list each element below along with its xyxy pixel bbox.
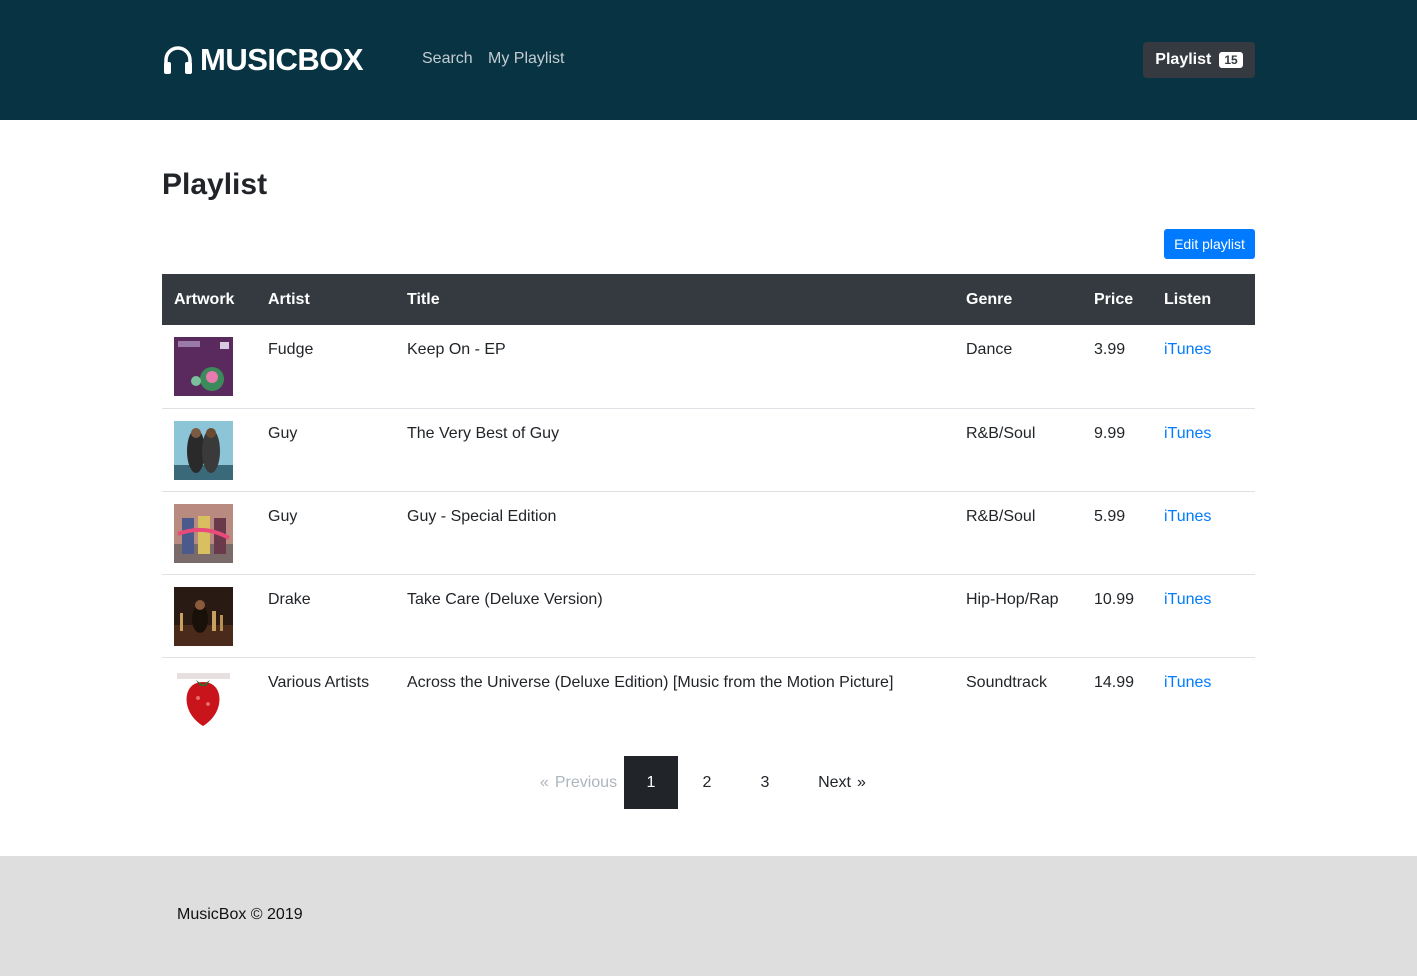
table-header-row: Artwork Artist Title Genre Price Listen bbox=[162, 274, 1255, 325]
album-artwork bbox=[174, 503, 233, 563]
price-cell: 3.99 bbox=[1094, 341, 1126, 358]
title-cell: Keep On - EP bbox=[407, 341, 506, 358]
pagination-page-2[interactable]: 2 bbox=[680, 756, 734, 809]
table-row: Guy Guy - Special Edition R&B/Soul 5.99 … bbox=[162, 491, 1255, 574]
price-cell: 9.99 bbox=[1094, 424, 1126, 442]
itunes-link[interactable]: iTunes bbox=[1164, 591, 1211, 608]
artist-cell: Fudge bbox=[268, 341, 314, 358]
artist-cell: Guy bbox=[268, 424, 298, 442]
table-row: Drake Take Care (Deluxe Version) Hip-Hop… bbox=[162, 574, 1255, 657]
itunes-link[interactable]: iTunes bbox=[1164, 674, 1211, 691]
table-row: Fudge Keep On - EP Dance 3.99 iTunes bbox=[162, 325, 1255, 408]
title-cell: Take Care (Deluxe Version) bbox=[407, 590, 603, 608]
table-row: Various Artists Across the Universe (Del… bbox=[162, 657, 1255, 740]
playlist-button-label: Playlist bbox=[1155, 51, 1212, 68]
listen-cell: iTunes bbox=[1152, 408, 1255, 491]
page-title: Playlist bbox=[162, 168, 268, 201]
header-genre: Genre bbox=[966, 290, 1013, 308]
header-listen: Listen bbox=[1164, 290, 1212, 308]
playlist-table: Artwork Artist Title Genre Price Listen … bbox=[162, 274, 1255, 740]
pagination-previous-label: Previous bbox=[554, 773, 618, 791]
header-artwork: Artwork bbox=[174, 290, 235, 308]
nav-link-search[interactable]: Search bbox=[422, 50, 473, 68]
next-chevron-icon: » bbox=[857, 773, 866, 791]
price-cell: 14.99 bbox=[1094, 673, 1135, 691]
table-row: Guy The Very Best of Guy R&B/Soul 9.99 i… bbox=[162, 408, 1255, 491]
pagination-previous: « Previous bbox=[527, 756, 624, 809]
artist-cell: Guy bbox=[268, 507, 298, 525]
genre-cell: R&B/Soul bbox=[966, 507, 1036, 525]
footer: MusicBox © 2019 bbox=[0, 856, 1417, 976]
genre-cell: Hip-Hop/Rap bbox=[966, 590, 1059, 608]
price-cell: 10.99 bbox=[1094, 590, 1135, 608]
listen-cell: iTunes bbox=[1152, 657, 1255, 740]
previous-chevron-icon: « bbox=[539, 773, 549, 791]
pagination-next[interactable]: Next » bbox=[810, 756, 880, 809]
album-artwork bbox=[174, 669, 233, 729]
nav-link-my-playlist[interactable]: My Playlist bbox=[488, 50, 564, 68]
itunes-link[interactable]: iTunes bbox=[1164, 508, 1211, 525]
album-artwork bbox=[174, 420, 233, 480]
pagination-page-3[interactable]: 3 bbox=[738, 756, 792, 809]
footer-copyright: MusicBox © 2019 bbox=[177, 906, 303, 923]
genre-cell: Soundtrack bbox=[966, 673, 1047, 691]
artwork-cell bbox=[162, 657, 256, 740]
listen-cell: iTunes bbox=[1152, 325, 1255, 408]
artwork-cell bbox=[162, 325, 256, 408]
genre-cell: Dance bbox=[966, 341, 1013, 358]
brand-logo[interactable]: MUSICBOX bbox=[162, 42, 364, 78]
pagination: « Previous 1 2 3 Next » bbox=[0, 756, 1417, 809]
title-cell: The Very Best of Guy bbox=[407, 424, 560, 442]
listen-cell: iTunes bbox=[1152, 574, 1255, 657]
itunes-link[interactable]: iTunes bbox=[1164, 341, 1211, 358]
header-price: Price bbox=[1094, 290, 1134, 308]
artwork-cell bbox=[162, 574, 256, 657]
header-artist: Artist bbox=[268, 290, 310, 308]
price-cell: 5.99 bbox=[1094, 507, 1126, 525]
navbar: MUSICBOX Search My Playlist Playlist 15 bbox=[0, 0, 1417, 120]
genre-cell: R&B/Soul bbox=[966, 424, 1036, 442]
artist-cell: Various Artists bbox=[268, 673, 370, 691]
playlist-button[interactable]: Playlist 15 bbox=[1143, 42, 1255, 78]
title-cell: Across the Universe (Deluxe Edition) [Mu… bbox=[407, 673, 894, 691]
artwork-cell bbox=[162, 408, 256, 491]
album-artwork bbox=[174, 586, 233, 646]
artist-cell: Drake bbox=[268, 590, 311, 608]
headphones-icon bbox=[164, 46, 192, 74]
artwork-cell bbox=[162, 491, 256, 574]
pagination-next-label: Next bbox=[818, 773, 851, 791]
album-artwork bbox=[174, 337, 233, 396]
edit-playlist-button[interactable]: Edit playlist bbox=[1164, 229, 1255, 259]
playlist-count-badge: 15 bbox=[1219, 52, 1243, 68]
title-cell: Guy - Special Edition bbox=[407, 507, 557, 525]
listen-cell: iTunes bbox=[1152, 491, 1255, 574]
brand-name: MUSICBOX bbox=[200, 42, 364, 77]
pagination-page-1[interactable]: 1 bbox=[624, 756, 678, 809]
header-title: Title bbox=[407, 290, 440, 308]
itunes-link[interactable]: iTunes bbox=[1164, 425, 1211, 442]
